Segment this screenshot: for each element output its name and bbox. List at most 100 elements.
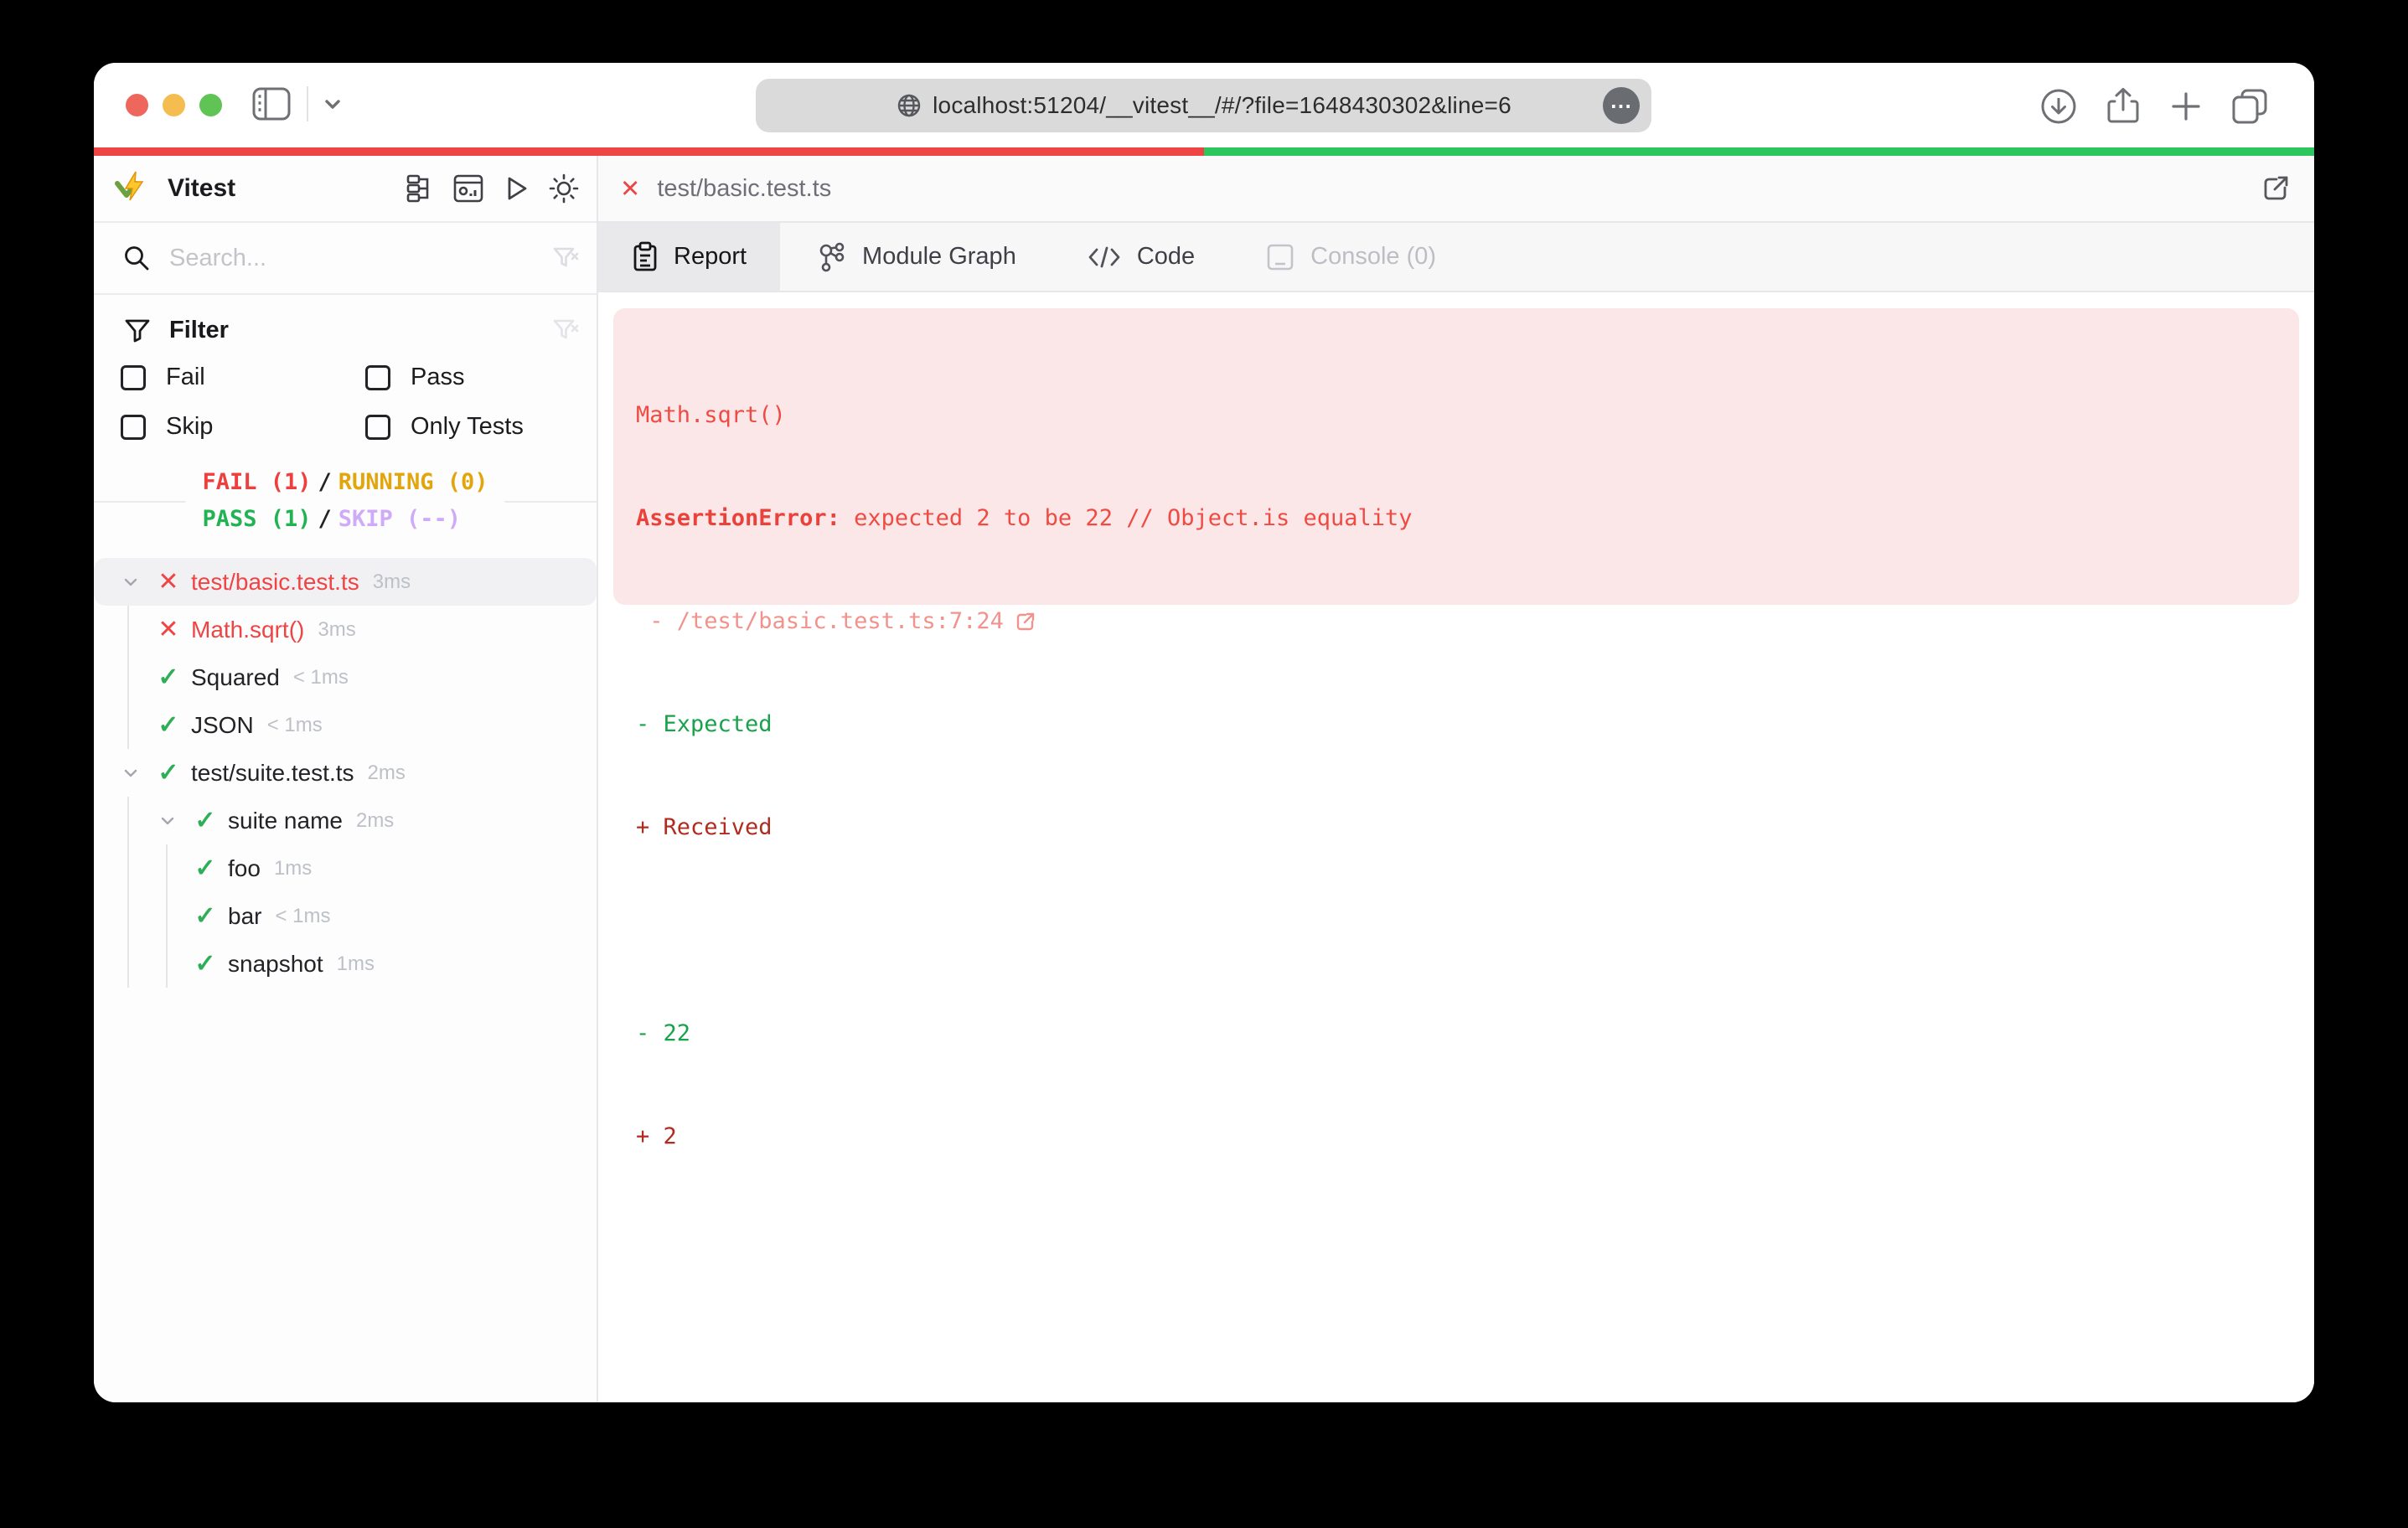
running-count: RUNNING (0) [338,469,488,495]
test-duration: 2ms [356,809,394,833]
test-name: JSON [191,712,254,739]
code-icon [1087,244,1122,271]
tree-row-bar[interactable]: ✓ bar < 1ms [94,892,597,940]
error-message: expected 2 to be 22 // Object.is equalit… [854,505,1412,531]
tab-console: Console (0) [1230,223,1471,291]
tab-label: Report [674,243,747,271]
tree-row-squared[interactable]: ✓ Squared < 1ms [94,653,597,701]
tree-row-foo[interactable]: ✓ foo 1ms [94,844,597,892]
test-name: foo [228,855,261,882]
tree-row-suite-test-file[interactable]: ✓ test/suite.test.ts 2ms [94,749,597,797]
search-input[interactable] [169,245,551,272]
browser-window: localhost:51204/__vitest__/#/?file=16484… [94,63,2314,1402]
tree-row-json[interactable]: ✓ JSON < 1ms [94,701,597,749]
fail-icon: ✕ [620,174,640,204]
test-name: Squared [191,664,280,691]
window-controls [126,94,222,116]
test-duration: 1ms [274,857,312,880]
error-test-title: Math.sqrt() [636,398,2276,432]
fail-count: FAIL (1) [202,469,311,495]
run-all-icon[interactable] [501,173,531,204]
stack-trace-line: - /test/basic.test.ts:7:24 [636,604,2276,638]
pass-count: PASS (1) [202,506,311,532]
diff-expected-label: - Expected [636,707,2276,741]
assertion-error-panel: Math.sqrt() AssertionError: expected 2 t… [613,308,2299,605]
summary-row-2: PASS (1)/SKIP (--) [202,501,488,538]
tree-view-toggle-icon[interactable] [406,173,436,204]
tree-row-basic-test-file[interactable]: ✕ test/basic.test.ts 3ms [94,558,597,606]
test-file-name: test/basic.test.ts [191,569,359,596]
diff-expected-value: - 22 [636,1016,2276,1050]
tab-module-graph[interactable]: Module Graph [780,223,1052,291]
main-panel: ✕ test/basic.test.ts [598,156,2314,1402]
zoom-window-button[interactable] [199,94,222,116]
pass-icon: ✓ [193,808,218,834]
new-tab-icon[interactable] [2168,89,2204,124]
checkbox-pass[interactable] [365,365,390,390]
console-icon [1265,242,1295,272]
desktop-background: localhost:51204/__vitest__/#/?file=16484… [0,0,2408,1528]
checkbox-skip[interactable] [121,415,146,440]
test-name: bar [228,903,261,930]
test-duration: 1ms [337,952,375,976]
search-bar [94,223,597,295]
tree-row-snapshot[interactable]: ✓ snapshot 1ms [94,940,597,988]
share-icon[interactable] [2105,86,2142,126]
open-in-editor-icon[interactable] [2259,172,2292,205]
browser-toolbar: localhost:51204/__vitest__/#/?file=16484… [94,63,2314,147]
checkbox-fail[interactable] [121,365,146,390]
test-tree: ✕ test/basic.test.ts 3ms ✕ Math.sqrt() 3… [94,558,597,1402]
external-link-icon[interactable] [1014,610,1037,633]
chevron-down-icon[interactable] [156,809,179,833]
test-progress-bar [94,147,2314,156]
progress-fail-segment [94,147,1204,156]
diff-received-label: + Received [636,810,2276,844]
chevron-down-icon[interactable] [320,91,345,116]
diff-received-value: + 2 [636,1119,2276,1154]
test-name: Math.sqrt() [191,617,304,643]
filter-option-fail[interactable]: Fail [121,364,365,391]
dashboard-icon[interactable] [452,173,484,204]
filter-option-skip[interactable]: Skip [121,413,365,441]
chevron-down-icon[interactable] [119,570,142,594]
tab-report[interactable]: Report [598,223,780,291]
tree-row-math-sqrt[interactable]: ✕ Math.sqrt() 3ms [94,606,597,653]
vitest-logo-icon [114,170,152,207]
clear-filter-icon[interactable] [551,316,580,344]
pass-icon: ✓ [156,665,181,690]
report-icon [632,241,659,273]
tree-row-suite-name[interactable]: ✓ suite name 2ms [94,797,597,844]
theme-toggle-icon[interactable] [548,173,580,204]
test-duration: 2ms [368,761,406,785]
test-name: snapshot [228,951,323,978]
fail-icon: ✕ [156,617,181,643]
address-bar[interactable]: localhost:51204/__vitest__/#/?file=16484… [756,79,1651,132]
filter-option-pass[interactable]: Pass [365,364,580,391]
sidebar-header: Vitest [94,156,597,223]
app-title: Vitest [168,174,406,203]
test-file-name: test/suite.test.ts [191,760,354,787]
tab-label: Code [1137,243,1195,271]
close-window-button[interactable] [126,94,148,116]
filter-icon [124,317,151,343]
downloads-icon[interactable] [2039,87,2078,126]
tab-label: Console (0) [1310,243,1436,271]
sidebar: Vitest [94,156,598,1402]
tab-overview-icon[interactable] [2230,87,2271,126]
pass-icon: ✓ [156,761,181,786]
checkbox-only-tests[interactable] [365,415,390,440]
tab-code[interactable]: Code [1052,223,1230,291]
chevron-down-icon[interactable] [119,761,142,785]
minimize-window-button[interactable] [163,94,185,116]
fail-icon: ✕ [156,570,181,595]
test-duration: 3ms [373,570,411,594]
clear-search-filter-icon[interactable] [551,244,580,272]
page-settings-button[interactable]: ⋯ [1603,87,1640,124]
pass-icon: ✓ [193,952,218,977]
test-duration: < 1ms [267,714,323,737]
globe-icon [896,92,922,119]
test-duration: < 1ms [293,666,349,689]
sidebar-toggle-icon[interactable] [251,86,292,121]
filter-option-only-tests[interactable]: Only Tests [365,413,580,441]
pass-icon: ✓ [193,856,218,881]
